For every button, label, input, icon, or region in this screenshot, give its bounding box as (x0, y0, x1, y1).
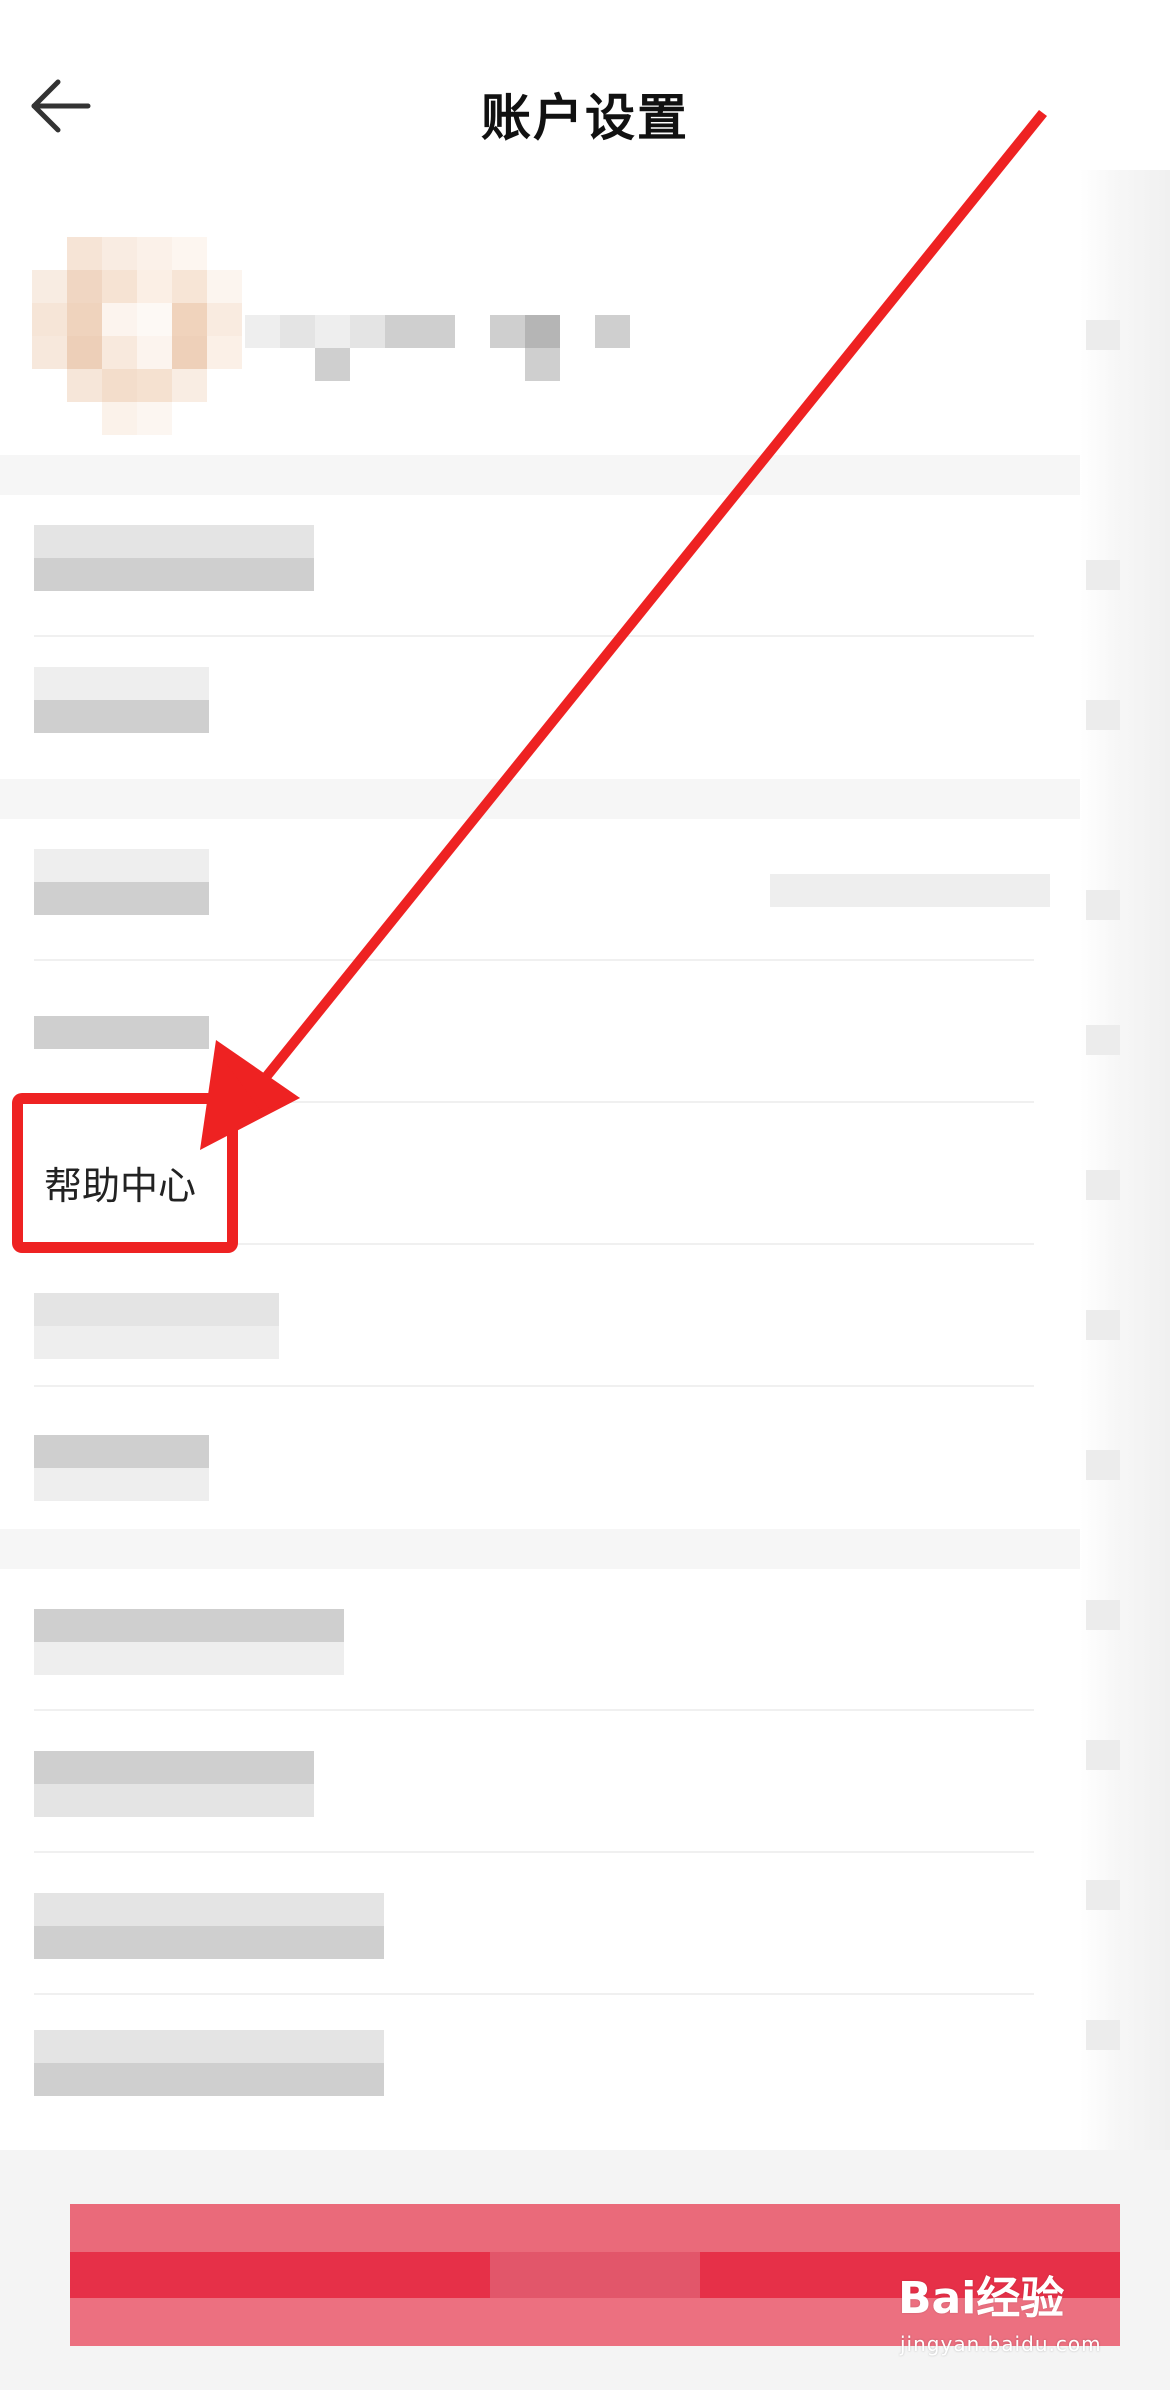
settings-row[interactable] (0, 1387, 1080, 1529)
help-center-label: 帮助中心 (44, 1164, 197, 1208)
section-separator (0, 779, 1080, 819)
settings-row[interactable] (0, 1995, 1080, 2137)
nav-header: 账户设置 (0, 0, 1170, 215)
settings-row[interactable] (0, 1853, 1080, 1995)
settings-row[interactable] (0, 819, 1080, 961)
help-center-row[interactable]: 帮助中心 (0, 1103, 1080, 1245)
blurred-side-panel (1080, 170, 1170, 2150)
account-settings-screen: 账户设置 帮助中心 Bai经验 jingyan.baidu.com (0, 0, 1170, 2390)
settings-row[interactable] (0, 1711, 1080, 1853)
settings-row[interactable] (0, 1569, 1080, 1711)
watermark: Bai经验 jingyan.baidu.com (898, 2262, 1128, 2372)
watermark-brand: Bai经验 (898, 2273, 1065, 2324)
avatar (32, 237, 242, 437)
section-separator (0, 1529, 1080, 1569)
watermark-url: jingyan.baidu.com (900, 2332, 1102, 2356)
settings-row[interactable] (0, 961, 1080, 1103)
settings-row[interactable] (0, 637, 1080, 779)
page-title: 账户设置 (481, 89, 689, 147)
profile-row[interactable] (0, 215, 1080, 455)
section-separator (0, 455, 1080, 495)
settings-row[interactable] (0, 495, 1080, 637)
settings-row[interactable] (0, 1245, 1080, 1387)
